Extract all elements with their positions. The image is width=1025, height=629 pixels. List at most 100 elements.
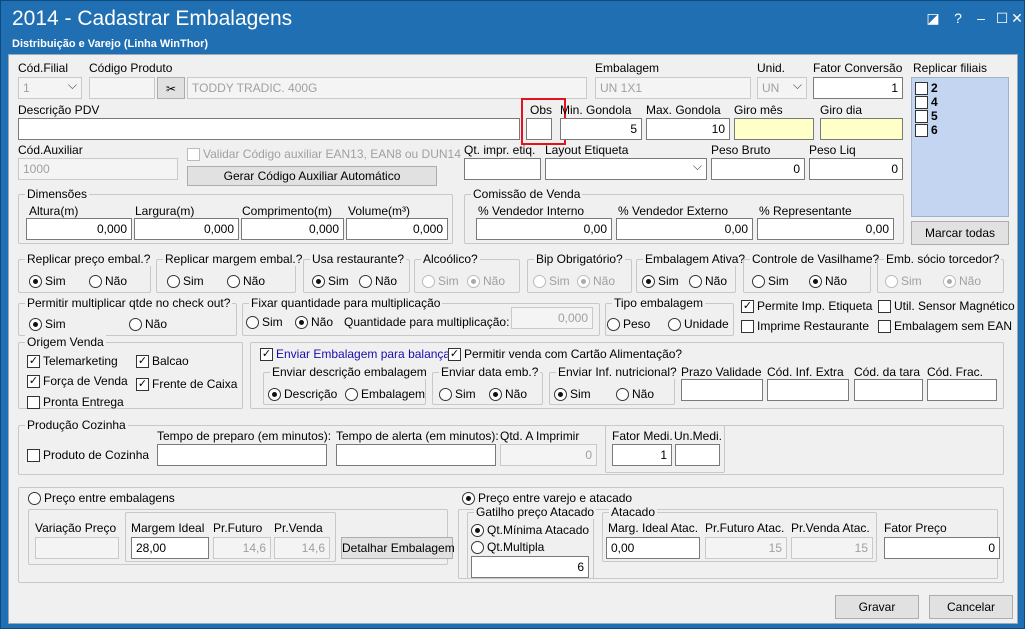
preco-entre-embalagens-radio[interactable]: Preço entre embalagens bbox=[28, 491, 175, 505]
replicar-margem-nao[interactable]: Não bbox=[227, 274, 265, 288]
embalagem-input[interactable]: UN 1X1 bbox=[595, 77, 751, 99]
pr-venda-input[interactable]: 14,6 bbox=[274, 537, 330, 559]
detalhar-embalagem-button[interactable]: Detalhar Embalagem bbox=[341, 537, 455, 559]
descricao-radio[interactable]: Descrição bbox=[268, 387, 337, 401]
permite-imp-checkbox[interactable]: ✓ Permite Imp. Etiqueta bbox=[741, 299, 872, 313]
descricao-pdv-input[interactable] bbox=[18, 118, 520, 140]
qt-impr-input[interactable] bbox=[464, 158, 541, 180]
produto-cozinha-checkbox[interactable]: Produto de Cozinha bbox=[27, 448, 149, 462]
close-icon[interactable]: ✕ bbox=[1006, 7, 1025, 29]
un-medi-input[interactable] bbox=[675, 444, 720, 466]
filial-4-checkbox[interactable]: 4 bbox=[915, 95, 938, 109]
layout-etiqueta-select[interactable] bbox=[545, 158, 707, 180]
alcoolico-nao[interactable]: Não bbox=[467, 274, 505, 288]
balcao-checkbox[interactable]: ✓ Balcao bbox=[136, 354, 189, 368]
frente-caixa-checkbox[interactable]: ✓ Frente de Caixa bbox=[136, 377, 237, 391]
altura-input[interactable]: 0,000 bbox=[26, 218, 132, 240]
unid-select[interactable]: UN bbox=[757, 77, 807, 99]
alcoolico-sim[interactable]: Sim bbox=[422, 274, 459, 288]
cod-produto-input[interactable] bbox=[89, 77, 155, 99]
preco-varejo-atacado-radio[interactable]: Preço entre varejo e atacado bbox=[462, 491, 632, 505]
multiplicar-sim[interactable]: Sim bbox=[29, 317, 66, 331]
sensor-magnetico-checkbox[interactable]: Util. Sensor Magnético bbox=[878, 299, 1015, 313]
qtd-imprimir-input[interactable]: 0 bbox=[500, 444, 597, 466]
socio-nao[interactable]: Não bbox=[943, 274, 981, 288]
comprimento-input[interactable]: 0,000 bbox=[241, 218, 344, 240]
pronta-entrega-checkbox[interactable]: Pronta Entrega bbox=[27, 395, 124, 409]
pr-futuro-atac-input[interactable]: 15 bbox=[705, 537, 787, 559]
usa-restaurante-nao[interactable]: Não bbox=[359, 274, 397, 288]
tempo-preparo-input[interactable] bbox=[157, 444, 327, 466]
vasilhame-nao[interactable]: Não bbox=[809, 274, 847, 288]
cancelar-button[interactable]: Cancelar bbox=[929, 595, 1013, 619]
tara-input[interactable] bbox=[854, 379, 923, 401]
imprime-restaurante-checkbox[interactable]: Imprime Restaurante bbox=[741, 319, 869, 333]
telemarketing-checkbox[interactable]: ✓ Telemarketing bbox=[27, 354, 118, 368]
peso-bruto-input[interactable]: 0 bbox=[711, 158, 805, 180]
gerar-codigo-button[interactable]: Gerar Código Auxiliar Automático bbox=[187, 166, 437, 186]
marg-ideal-atac-input[interactable]: 0,00 bbox=[606, 537, 700, 559]
fator-medi-input[interactable]: 1 bbox=[612, 444, 672, 466]
embalagem-radio[interactable]: Embalagem bbox=[345, 387, 425, 401]
giro-mes-input[interactable] bbox=[734, 118, 814, 140]
restore-icon[interactable]: ◪ bbox=[922, 7, 944, 29]
embalagem-sem-ean-checkbox[interactable]: Embalagem sem EAN bbox=[878, 319, 1012, 333]
vendedor-interno-input[interactable]: 0,00 bbox=[476, 218, 612, 240]
emb-ativa-sim[interactable]: Sim bbox=[642, 274, 679, 288]
volume-input[interactable]: 0,000 bbox=[346, 218, 448, 240]
fixar-sim[interactable]: Sim bbox=[246, 315, 283, 329]
giro-dia-input[interactable] bbox=[820, 118, 903, 140]
cartao-alimentacao-checkbox[interactable]: ✓ Permitir venda com Cartão Alimentação? bbox=[448, 347, 682, 361]
peso-liq-input[interactable]: 0 bbox=[809, 158, 903, 180]
multiplicar-nao[interactable]: Não bbox=[129, 317, 167, 331]
frac-input[interactable] bbox=[927, 379, 997, 401]
min-gondola-input[interactable]: 5 bbox=[560, 118, 642, 140]
cod-filial-select[interactable]: 1 bbox=[18, 77, 82, 99]
margem-ideal-input[interactable]: 28,00 bbox=[131, 537, 209, 559]
cod-auxiliar-input[interactable]: 1000 bbox=[18, 158, 178, 180]
tipo-peso-radio[interactable]: Peso bbox=[607, 317, 650, 331]
inf-nao[interactable]: Não bbox=[616, 387, 654, 401]
bip-sim[interactable]: Sim bbox=[533, 274, 570, 288]
variacao-preco-input[interactable] bbox=[35, 537, 119, 559]
fixar-nao[interactable]: Não bbox=[295, 315, 333, 329]
max-gondola-input[interactable]: 10 bbox=[646, 118, 730, 140]
socio-sim[interactable]: Sim bbox=[885, 274, 922, 288]
fator-conversao-input[interactable]: 1 bbox=[813, 77, 903, 99]
enviar-balanca-checkbox[interactable]: ✓ Enviar Embalagem para balança bbox=[260, 347, 450, 361]
help-icon[interactable]: ? bbox=[947, 7, 969, 29]
vendedor-externo-input[interactable]: 0,00 bbox=[616, 218, 753, 240]
validar-ean-checkbox[interactable]: Validar Código auxiliar EAN13, EAN8 ou D… bbox=[187, 147, 461, 161]
replicar-margem-sim[interactable]: Sim bbox=[167, 274, 204, 288]
data-sim[interactable]: Sim bbox=[439, 387, 476, 401]
filial-6-checkbox[interactable]: 6 bbox=[915, 123, 938, 137]
vasilhame-sim[interactable]: Sim bbox=[752, 274, 789, 288]
search-product-button[interactable]: ✂ bbox=[157, 77, 185, 99]
gravar-button[interactable]: Gravar bbox=[835, 595, 919, 619]
qt-multipla-input[interactable]: 6 bbox=[471, 556, 589, 578]
minimize-icon[interactable]: – bbox=[970, 7, 992, 29]
tempo-alerta-input[interactable] bbox=[336, 444, 496, 466]
representante-input[interactable]: 0,00 bbox=[757, 218, 894, 240]
qtd-multiplicacao-input[interactable]: 0,000 bbox=[511, 307, 593, 329]
inf-extra-input[interactable] bbox=[767, 379, 849, 401]
marcar-todas-button[interactable]: Marcar todas bbox=[911, 221, 1009, 245]
forca-venda-checkbox[interactable]: ✓ Força de Venda bbox=[27, 374, 128, 388]
pr-venda-atac-input[interactable]: 15 bbox=[791, 537, 873, 559]
qt-minima-atacado-radio[interactable]: Qt.Mínima Atacado bbox=[471, 523, 589, 537]
filial-5-checkbox[interactable]: 5 bbox=[915, 109, 938, 123]
bip-nao[interactable]: Não bbox=[577, 274, 615, 288]
data-nao[interactable]: Não bbox=[489, 387, 527, 401]
qt-multipla-radio[interactable]: Qt.Multipla bbox=[471, 540, 544, 554]
emb-ativa-nao[interactable]: Não bbox=[689, 274, 727, 288]
filial-2-checkbox[interactable]: 2 bbox=[915, 81, 938, 95]
prazo-validade-input[interactable] bbox=[681, 379, 763, 401]
replicar-preco-sim[interactable]: Sim bbox=[29, 274, 66, 288]
inf-sim[interactable]: Sim bbox=[554, 387, 591, 401]
usa-restaurante-sim[interactable]: Sim bbox=[312, 274, 349, 288]
produto-desc-input[interactable]: TODDY TRADIC. 400G bbox=[187, 77, 587, 99]
replicar-preco-nao[interactable]: Não bbox=[89, 274, 127, 288]
fator-preco-input[interactable]: 0 bbox=[884, 537, 1000, 559]
tipo-unidade-radio[interactable]: Unidade bbox=[668, 317, 729, 331]
largura-input[interactable]: 0,000 bbox=[134, 218, 239, 240]
